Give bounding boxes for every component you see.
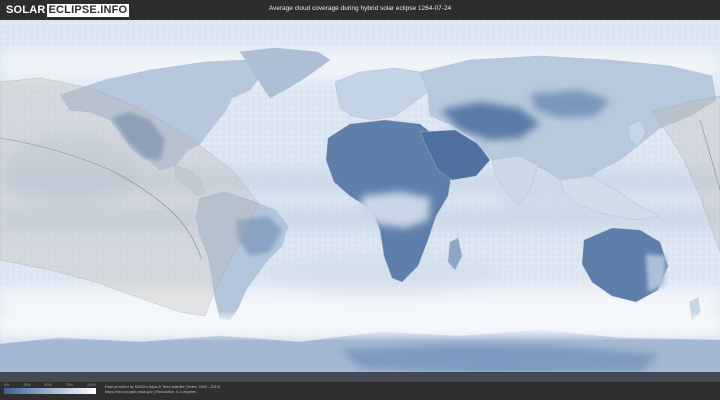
australia-east-clouds: [646, 254, 666, 292]
data-credit-text: Data provided by NASA's Aqua & Terra sat…: [105, 385, 221, 389]
map-title: Average cloud coverage during hybrid sol…: [268, 5, 452, 12]
map-bottom-edge: [0, 372, 720, 382]
world-map-svg: [0, 20, 720, 383]
header-bar: SOLAR ECLIPSE.INFO Average cloud coverag…: [0, 0, 720, 20]
cloud-coverage-scale-bar: [4, 388, 96, 394]
cloud-coverage-map: [0, 20, 720, 383]
data-source-link[interactable]: https://neo.sci.gsfc.nasa.gov | Resoluti…: [105, 390, 196, 394]
southern-ocean-clouds: [0, 316, 720, 336]
